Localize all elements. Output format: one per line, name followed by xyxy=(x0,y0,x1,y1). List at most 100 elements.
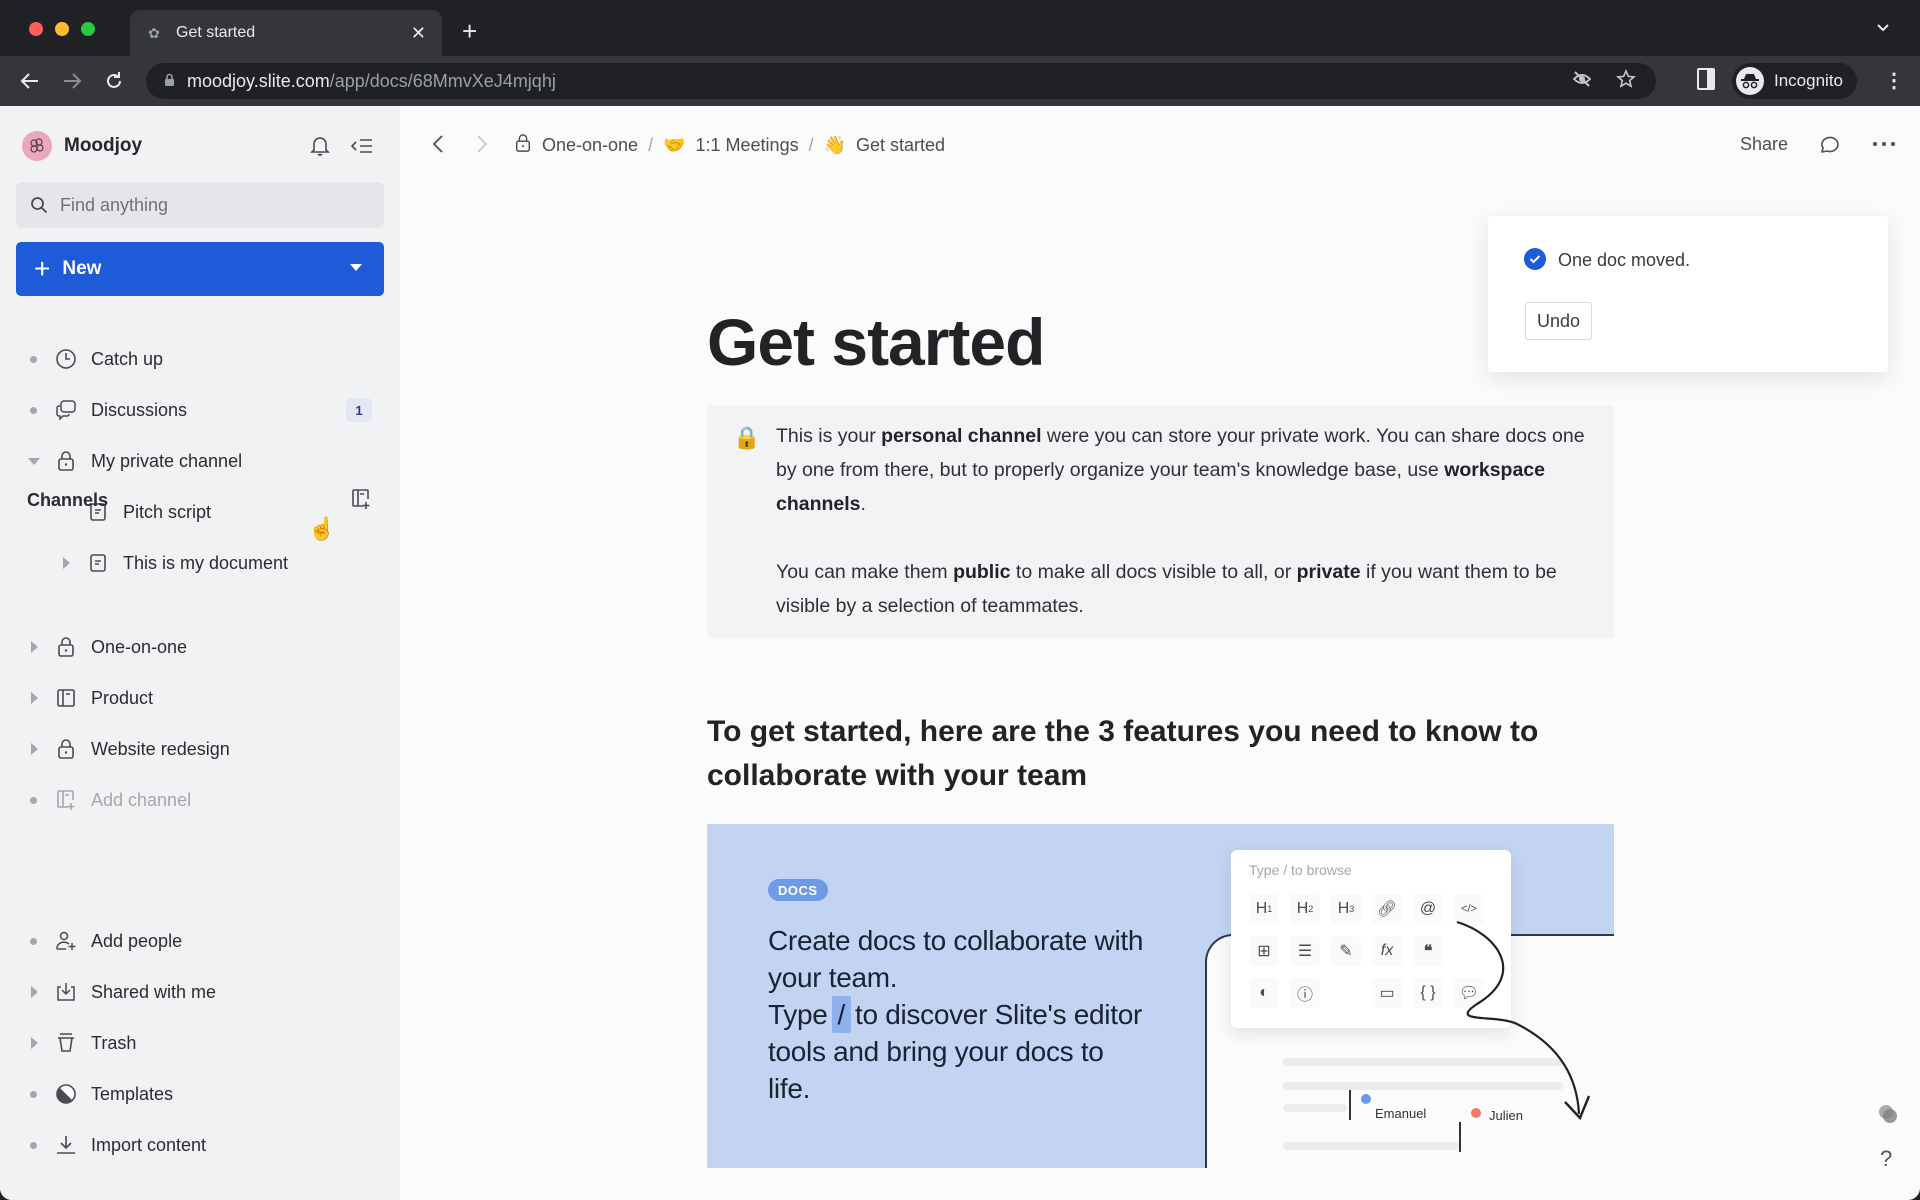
breadcrumb-get-started[interactable]: 👋 Get started xyxy=(824,135,945,156)
table-icon: ⊞ xyxy=(1249,936,1279,966)
sidebar-item-label: Shared with me xyxy=(91,982,217,1002)
sidebar-item-templates[interactable]: Templates xyxy=(0,1071,400,1117)
comment-bubble-icon[interactable] xyxy=(1818,133,1842,155)
mouse-pointer-hand-icon: ☝ xyxy=(308,516,336,541)
expand-caret-right-icon[interactable] xyxy=(31,986,38,998)
tab-search-chevron-icon[interactable] xyxy=(1876,20,1890,36)
sidebar-channel-one-on-one[interactable]: One-on-one xyxy=(0,624,400,670)
help-question-icon[interactable]: ? xyxy=(1880,1146,1892,1172)
sidebar-channel-website-redesign[interactable]: Website redesign xyxy=(0,726,400,772)
breadcrumb: One-on-one / 🤝 1:1 Meetings / 👋 Get star… xyxy=(514,131,945,159)
back-arrow-icon[interactable] xyxy=(12,63,48,99)
user-label-julien: Julien xyxy=(1489,1108,1523,1123)
placeholder-line xyxy=(1283,1142,1459,1150)
import-icon xyxy=(55,1134,77,1156)
history-forward-chevron-icon[interactable] xyxy=(466,128,498,160)
notifications-bell-icon[interactable] xyxy=(304,130,336,162)
expand-caret-right-icon[interactable] xyxy=(63,557,70,569)
address-bar[interactable]: moodjoy.slite.com/app/docs/68MmvXeJ4mjqh… xyxy=(146,63,1656,99)
expand-caret-right-icon[interactable] xyxy=(31,1037,38,1049)
workspace-header: Moodjoy xyxy=(22,126,378,166)
search-icon xyxy=(31,197,48,214)
expand-caret-down-icon[interactable] xyxy=(28,458,40,465)
comment-icon: 💬︎ xyxy=(1454,978,1484,1008)
browser-menu-kebab-icon[interactable]: ⋮ xyxy=(1884,68,1904,93)
new-dropdown-caret-icon[interactable] xyxy=(350,264,362,271)
breadcrumb-separator: / xyxy=(648,134,654,155)
bookmark-star-icon[interactable] xyxy=(1616,68,1636,94)
workspace-name[interactable]: Moodjoy xyxy=(64,135,294,157)
browser-toolbar: moodjoy.slite.com/app/docs/68MmvXeJ4mjqh… xyxy=(0,56,1920,106)
sidebar-add-channel[interactable]: Add channel xyxy=(0,777,400,823)
document-icon xyxy=(87,552,109,574)
breadcrumb-label: One-on-one xyxy=(542,134,639,155)
sidebar-item-label: Templates xyxy=(91,1084,174,1104)
sidebar-item-label: My private channel xyxy=(91,451,243,471)
browser-tab[interactable]: ✿ Get started ✕ xyxy=(130,10,442,56)
sidebar-item-trash[interactable]: Trash xyxy=(0,1020,400,1066)
expand-caret-right-icon[interactable] xyxy=(31,641,38,653)
user-dot-julien xyxy=(1471,1108,1481,1118)
window-minimize-button[interactable] xyxy=(55,22,69,36)
share-button[interactable]: Share xyxy=(1740,134,1788,155)
sidebar-item-import-content[interactable]: Import content xyxy=(0,1122,400,1168)
search-input[interactable]: Find anything xyxy=(16,182,384,228)
sidebar-channel-product[interactable]: Product xyxy=(0,675,400,721)
breadcrumb-1-1-meetings[interactable]: 🤝 1:1 Meetings xyxy=(663,135,798,156)
window-close-button[interactable] xyxy=(29,22,43,36)
user-cursor xyxy=(1459,1122,1461,1152)
sidebar-item-shared-with-me[interactable]: Shared with me xyxy=(0,969,400,1015)
new-button[interactable]: + New xyxy=(16,242,384,296)
heading3-icon: H3 xyxy=(1331,894,1361,924)
page-title[interactable]: Get started xyxy=(707,304,1045,380)
lock-icon xyxy=(55,738,77,760)
forward-arrow-icon[interactable] xyxy=(54,63,90,99)
sidebar-item-label: Add people xyxy=(91,931,183,951)
feature-description: Create docs to collaborate with your tea… xyxy=(768,925,1144,1104)
channel-icon xyxy=(55,687,77,709)
lock-emoji-icon: 🔒 xyxy=(733,425,761,450)
tracking-protection-eye-off-icon[interactable] xyxy=(1572,70,1592,93)
window-maximize-button[interactable] xyxy=(81,22,95,36)
collapse-sidebar-icon[interactable] xyxy=(346,130,378,162)
incognito-profile-button[interactable]: Incognito xyxy=(1732,63,1857,99)
expand-caret-right-icon[interactable] xyxy=(31,743,38,755)
expand-caret-right-icon[interactable] xyxy=(31,692,38,704)
history-back-chevron-icon[interactable] xyxy=(422,128,454,160)
sidebar-item-my-private-channel[interactable]: My private channel xyxy=(0,438,400,484)
section-heading[interactable]: To get started, here are the 3 features … xyxy=(707,710,1612,798)
code-block-braces-icon: { } xyxy=(1413,978,1443,1008)
sidebar-item-label: Pitch script xyxy=(123,502,212,522)
add-channel-icon[interactable] xyxy=(346,484,376,514)
sidebar-item-catch-up[interactable]: Catch up xyxy=(0,336,400,382)
bullet-icon xyxy=(30,356,37,363)
lock-icon xyxy=(55,450,77,472)
breadcrumb-one-on-one[interactable]: One-on-one xyxy=(514,132,638,159)
undo-button[interactable]: Undo xyxy=(1525,302,1593,340)
breadcrumb-separator: / xyxy=(808,134,814,155)
new-tab-button[interactable]: + xyxy=(462,18,477,44)
sidebar-item-discussions[interactable]: Discussions 1 xyxy=(0,387,400,433)
chat-bubbles-icon xyxy=(55,399,77,421)
search-placeholder: Find anything xyxy=(60,194,169,215)
lock-icon xyxy=(514,132,532,159)
plus-icon: + xyxy=(34,253,51,284)
placeholder-line xyxy=(1283,1082,1563,1090)
numbered-list-icon: ☰ xyxy=(1290,936,1320,966)
sidebar-doc-this-is-my-document[interactable]: This is my document xyxy=(0,540,400,586)
tab-close-icon[interactable]: ✕ xyxy=(411,23,426,44)
sidebar-item-label: Product xyxy=(91,688,154,708)
bullet-icon xyxy=(30,938,37,945)
user-dot-emanuel xyxy=(1361,1094,1371,1104)
side-panel-icon[interactable] xyxy=(1697,68,1715,90)
channels-section-title: Channels xyxy=(27,490,109,510)
callout-block[interactable]: 🔒 This is your personal channel were you… xyxy=(707,405,1614,638)
reload-icon[interactable] xyxy=(96,63,132,99)
menu-placeholder: Type / to browse xyxy=(1249,862,1352,878)
link-icon: 🔗︎ xyxy=(1372,894,1402,924)
more-options-ellipsis-icon[interactable] xyxy=(1872,141,1896,147)
intercom-chat-icon[interactable] xyxy=(1876,1102,1900,1131)
sidebar-item-add-people[interactable]: Add people xyxy=(0,918,400,964)
sidebar-item-label: One-on-one xyxy=(91,637,188,657)
workspace-logo[interactable] xyxy=(22,131,52,161)
